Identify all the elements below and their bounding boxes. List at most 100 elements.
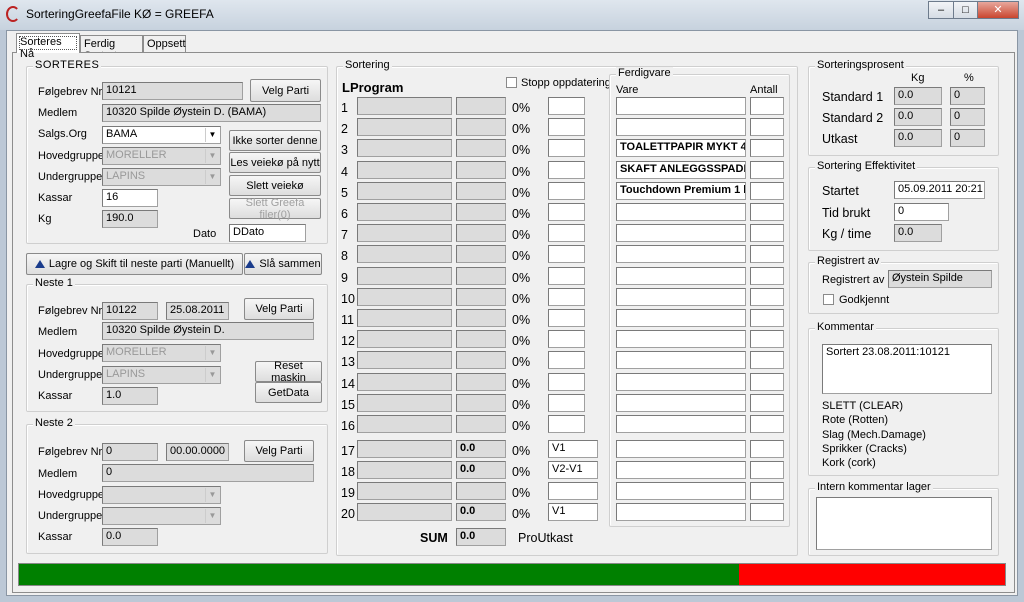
antall-field[interactable] bbox=[750, 245, 784, 263]
vare-field[interactable] bbox=[616, 203, 746, 221]
vare-field[interactable]: TOALETTPAPIR MYKT 42 bbox=[616, 139, 746, 157]
kommentar-textarea[interactable]: Sortert 23.08.2011:10121 bbox=[822, 344, 992, 394]
chevron-down-icon[interactable]: ▼ bbox=[205, 128, 219, 142]
undergruppe-select[interactable]: LAPINS ▼ bbox=[102, 168, 221, 186]
vare-field[interactable] bbox=[616, 97, 746, 115]
slett-veieko-button[interactable]: Slett veiekø bbox=[229, 175, 321, 196]
folgebrev-field[interactable]: 10121 bbox=[102, 82, 243, 100]
stopp-oppdatering-checkbox[interactable] bbox=[506, 77, 517, 88]
antall-field[interactable] bbox=[750, 267, 784, 285]
antall-field[interactable] bbox=[750, 182, 784, 200]
antall-field[interactable] bbox=[750, 482, 784, 500]
vare-field[interactable] bbox=[616, 503, 746, 521]
vare-field[interactable] bbox=[616, 415, 746, 433]
n2-hovedgruppe-select[interactable]: ▼ bbox=[102, 486, 221, 504]
row-code-field[interactable] bbox=[548, 118, 585, 136]
salgsorg-select[interactable]: BAMA ▼ bbox=[102, 126, 221, 144]
close-button[interactable]: ✕ bbox=[977, 1, 1019, 19]
antall-field[interactable] bbox=[750, 203, 784, 221]
startet-field[interactable]: 05.09.2011 20:21 bbox=[894, 181, 985, 199]
comment-code[interactable]: Sprikker (Cracks) bbox=[822, 443, 907, 455]
row-code-field[interactable] bbox=[548, 161, 585, 179]
tab-oppsett[interactable]: Oppsett bbox=[143, 35, 186, 53]
antall-field[interactable] bbox=[750, 440, 784, 458]
row-code-field[interactable]: V2-V1 bbox=[548, 461, 598, 479]
vare-field[interactable] bbox=[616, 351, 746, 369]
tab-ferdig-sortert[interactable]: Ferdig Sortert bbox=[80, 35, 143, 62]
vare-field[interactable] bbox=[616, 440, 746, 458]
row-code-field[interactable] bbox=[548, 245, 585, 263]
sla-sammen-button[interactable]: Slå sammen bbox=[244, 253, 322, 275]
n1-hovedgruppe-select[interactable]: MORELLER ▼ bbox=[102, 344, 221, 362]
antall-field[interactable] bbox=[750, 288, 784, 306]
antall-field[interactable] bbox=[750, 161, 784, 179]
row-code-field[interactable] bbox=[548, 139, 585, 157]
hovedgruppe-select[interactable]: MORELLER ▼ bbox=[102, 147, 221, 165]
row-code-field[interactable] bbox=[548, 330, 585, 348]
tid-brukt-field[interactable]: 0 bbox=[894, 203, 949, 221]
antall-field[interactable] bbox=[750, 139, 784, 157]
medlem-field[interactable]: 10320 Spilde Øystein D. (BAMA) bbox=[102, 104, 321, 122]
antall-field[interactable] bbox=[750, 224, 784, 242]
n2-undergruppe-select[interactable]: ▼ bbox=[102, 507, 221, 525]
vare-field[interactable]: SKAFT ANLEGGSSPADE bbox=[616, 161, 746, 179]
n1-velg-parti-button[interactable]: Velg Parti bbox=[244, 298, 314, 320]
antall-field[interactable] bbox=[750, 373, 784, 391]
slett-greefa-button[interactable]: Slett Greefa filer(0) bbox=[229, 197, 321, 221]
row-code-field[interactable] bbox=[548, 309, 585, 327]
antall-field[interactable] bbox=[750, 330, 784, 348]
vare-field[interactable] bbox=[616, 482, 746, 500]
row-code-field[interactable] bbox=[548, 97, 585, 115]
row-code-field[interactable] bbox=[548, 203, 585, 221]
intern-kommentar-textarea[interactable] bbox=[816, 497, 992, 550]
godkjent-checkbox[interactable] bbox=[823, 294, 834, 305]
row-code-field[interactable] bbox=[548, 267, 585, 285]
antall-field[interactable] bbox=[750, 118, 784, 136]
row-code-field[interactable] bbox=[548, 482, 598, 500]
getdata-button[interactable]: GetData bbox=[255, 382, 322, 403]
kassar-field[interactable]: 16 bbox=[102, 189, 158, 207]
vare-field[interactable] bbox=[616, 330, 746, 348]
antall-field[interactable] bbox=[750, 309, 784, 327]
lagre-skift-button[interactable]: Lagre og Skift til neste parti (Manuellt… bbox=[26, 253, 243, 275]
les-veieko-button[interactable]: Les veiekø på nytt bbox=[229, 152, 321, 173]
n2-velg-parti-button[interactable]: Velg Parti bbox=[244, 440, 314, 462]
reset-maskin-button[interactable]: Reset maskin bbox=[255, 360, 322, 384]
antall-field[interactable] bbox=[750, 415, 784, 433]
dato-field[interactable]: DDato bbox=[229, 224, 306, 242]
vare-field[interactable] bbox=[616, 267, 746, 285]
antall-field[interactable] bbox=[750, 394, 784, 412]
velg-parti-button[interactable]: Velg Parti bbox=[250, 79, 321, 102]
comment-code[interactable]: Kork (cork) bbox=[822, 457, 876, 469]
row-code-field[interactable] bbox=[548, 373, 585, 391]
row-code-field[interactable] bbox=[548, 224, 585, 242]
row-code-field[interactable] bbox=[548, 288, 585, 306]
antall-field[interactable] bbox=[750, 461, 784, 479]
ikke-sorter-button[interactable]: Ikke sorter denne bbox=[229, 130, 321, 151]
n1-undergruppe-select[interactable]: LAPINS ▼ bbox=[102, 366, 221, 384]
comment-code[interactable]: SLETT (CLEAR) bbox=[822, 400, 903, 412]
antall-field[interactable] bbox=[750, 503, 784, 521]
maximize-button[interactable]: □ bbox=[953, 1, 978, 19]
row-code-field[interactable] bbox=[548, 351, 585, 369]
vare-field[interactable] bbox=[616, 394, 746, 412]
comment-code[interactable]: Slag (Mech.Damage) bbox=[822, 429, 926, 441]
comment-code[interactable]: Rote (Rotten) bbox=[822, 414, 888, 426]
vare-field[interactable] bbox=[616, 461, 746, 479]
antall-field[interactable] bbox=[750, 97, 784, 115]
vare-field[interactable] bbox=[616, 373, 746, 391]
vare-field[interactable] bbox=[616, 224, 746, 242]
minimize-button[interactable]: – bbox=[928, 1, 954, 19]
antall-field[interactable] bbox=[750, 351, 784, 369]
row-code-field[interactable]: V1 bbox=[548, 440, 598, 458]
tab-sorteres-na[interactable]: Sorteres Nå bbox=[16, 33, 80, 60]
vare-field[interactable]: Touchdown Premium 1 l = bbox=[616, 182, 746, 200]
vare-field[interactable] bbox=[616, 245, 746, 263]
vare-field[interactable] bbox=[616, 118, 746, 136]
row-code-field[interactable]: V1 bbox=[548, 503, 598, 521]
vare-field[interactable] bbox=[616, 288, 746, 306]
row-code-field[interactable] bbox=[548, 182, 585, 200]
vare-field[interactable] bbox=[616, 309, 746, 327]
row-code-field[interactable] bbox=[548, 415, 585, 433]
row-code-field[interactable] bbox=[548, 394, 585, 412]
